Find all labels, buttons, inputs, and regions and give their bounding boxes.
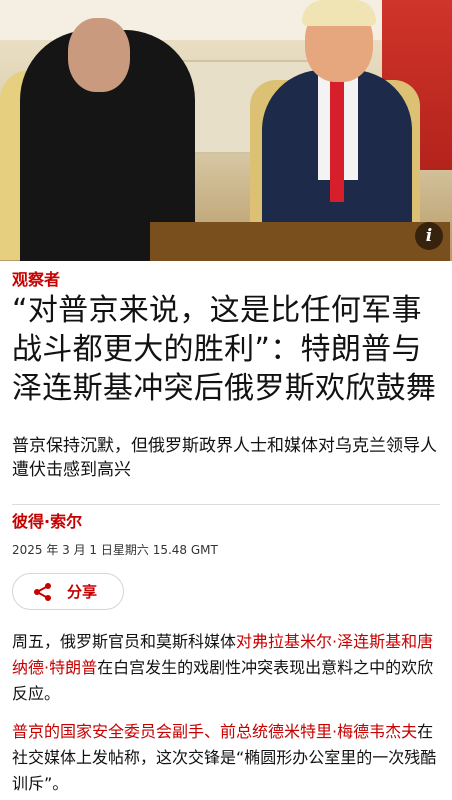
hero-hair-right: [302, 0, 376, 26]
article-headline: “对普京来说，这是比任何军事战斗都更大的胜利”：特朗普与泽连斯基冲突后俄罗斯欢欣…: [12, 293, 437, 406]
share-icon: [33, 582, 53, 602]
share-button[interactable]: 分享: [12, 573, 124, 610]
section-label[interactable]: 观察者: [12, 270, 440, 290]
author-link[interactable]: 彼得·索尔: [12, 511, 440, 533]
hero-tie: [330, 72, 344, 202]
share-label: 分享: [67, 583, 98, 601]
hero-head-left: [68, 18, 130, 92]
hero-table: [150, 222, 450, 261]
divider: [12, 504, 440, 505]
paragraph-link[interactable]: 普京的国家安全委员会副手、前总统德米特里·梅德韦杰夫: [12, 722, 417, 741]
info-icon[interactable]: i: [415, 222, 443, 250]
hero-image: i: [0, 0, 452, 261]
article-standfirst: 普京保持沉默，但俄罗斯政界人士和媒体对乌克兰领导人遭伏击感到高兴: [12, 436, 437, 480]
body-paragraph-2: 普京的国家安全委员会副手、前总统德米特里·梅德韦杰夫在社交媒体上发帖称，这次交锋…: [12, 719, 440, 797]
publish-date: 2025 年 3 月 1 日星期六 15.48 GMT: [12, 543, 218, 557]
paragraph-text: 周五，俄罗斯官员和莫斯科媒体: [12, 632, 237, 651]
body-paragraph-1: 周五，俄罗斯官员和莫斯科媒体对弗拉基米尔·泽连斯基和唐纳德·特朗普在白宫发生的戏…: [12, 629, 440, 707]
